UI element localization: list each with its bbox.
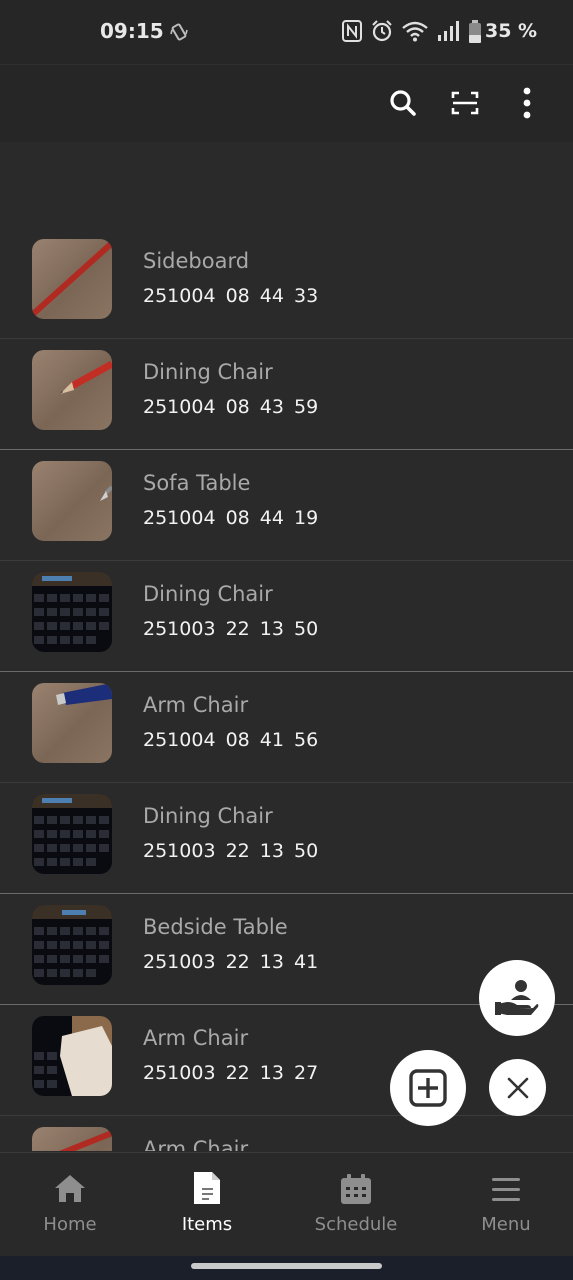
list-item[interactable]: Sideboard 251004 08 44 33 <box>0 228 573 339</box>
item-code: 251004 08 44 33 <box>143 285 319 307</box>
hamburger-icon <box>492 1178 520 1201</box>
list-item[interactable]: Dining Chair 251003 22 13 50 <box>0 561 573 672</box>
document-icon <box>194 1172 220 1204</box>
nav-label: Home <box>43 1214 97 1235</box>
status-bar: 09:15 35 % <box>0 0 573 64</box>
nav-label: Menu <box>481 1214 531 1235</box>
item-thumbnail <box>32 239 112 319</box>
nav-label: Schedule <box>314 1214 398 1235</box>
search-icon <box>390 90 416 116</box>
item-title: Dining Chair <box>143 582 273 606</box>
item-title: Arm Chair <box>143 1137 249 1151</box>
item-title: Dining Chair <box>143 360 273 384</box>
nav-label: Items <box>181 1214 233 1235</box>
item-thumbnail <box>32 1016 112 1096</box>
item-title: Sideboard <box>143 249 250 273</box>
item-code: 251004 08 43 59 <box>143 396 319 418</box>
battery-percent: 35 % <box>485 20 538 42</box>
list-item[interactable]: Arm Chair 251004 08 41 56 <box>0 672 573 783</box>
alarm-icon <box>372 20 392 42</box>
scan-icon <box>451 91 479 115</box>
nav-item-menu[interactable]: Menu <box>436 1153 573 1257</box>
add-item-button[interactable] <box>390 1050 466 1126</box>
item-thumbnail <box>32 794 112 874</box>
scan-button[interactable] <box>447 85 483 121</box>
item-code: 251003 22 13 41 <box>143 951 319 973</box>
wifi-icon <box>402 21 428 42</box>
more-options-button[interactable] <box>509 85 545 121</box>
vibrate-icon <box>170 23 188 41</box>
signal-icon <box>438 21 459 41</box>
item-thumbnail <box>32 683 112 763</box>
item-title: Arm Chair <box>143 1026 249 1050</box>
item-title: Bedside Table <box>143 915 288 939</box>
item-code: 251004 08 41 56 <box>143 729 319 751</box>
item-code: 251004 08 44 19 <box>143 507 319 529</box>
item-thumbnail <box>32 572 112 652</box>
nfc-icon <box>342 20 362 42</box>
add-box-icon <box>409 1069 447 1107</box>
nav-item-home[interactable]: Home <box>0 1153 140 1257</box>
calendar-icon <box>341 1174 371 1204</box>
item-code: 251003 22 13 50 <box>143 618 319 640</box>
item-title: Dining Chair <box>143 804 273 828</box>
hand-person-icon <box>495 980 539 1015</box>
item-thumbnail <box>32 1127 112 1151</box>
bottom-navigation: Home Items Schedule Menu <box>0 1152 573 1256</box>
top-app-bar <box>0 64 573 142</box>
gesture-handle[interactable] <box>191 1263 382 1269</box>
nav-item-items[interactable]: Items <box>137 1153 277 1257</box>
gesture-area <box>0 1256 573 1280</box>
handover-button[interactable] <box>479 960 555 1036</box>
item-code: 251003 22 13 50 <box>143 840 319 862</box>
home-icon <box>55 1175 85 1202</box>
list-item[interactable]: Dining Chair 251003 22 13 50 <box>0 783 573 894</box>
list-item[interactable]: Arm Chair <box>0 1116 573 1151</box>
item-thumbnail <box>32 905 112 985</box>
more-vert-icon <box>523 87 531 119</box>
item-thumbnail <box>32 350 112 430</box>
item-code: 251003 22 13 27 <box>143 1062 319 1084</box>
battery-icon <box>469 20 481 43</box>
list-item[interactable]: Dining Chair 251004 08 43 59 <box>0 339 573 450</box>
close-icon <box>507 1077 528 1098</box>
list-item[interactable]: Sofa Table 251004 08 44 19 <box>0 450 573 561</box>
close-fab-button[interactable] <box>489 1059 546 1116</box>
item-title: Arm Chair <box>143 693 249 717</box>
item-thumbnail <box>32 461 112 541</box>
search-button[interactable] <box>385 85 421 121</box>
nav-item-schedule[interactable]: Schedule <box>286 1153 426 1257</box>
status-time: 09:15 <box>100 19 164 43</box>
item-title: Sofa Table <box>143 471 251 495</box>
